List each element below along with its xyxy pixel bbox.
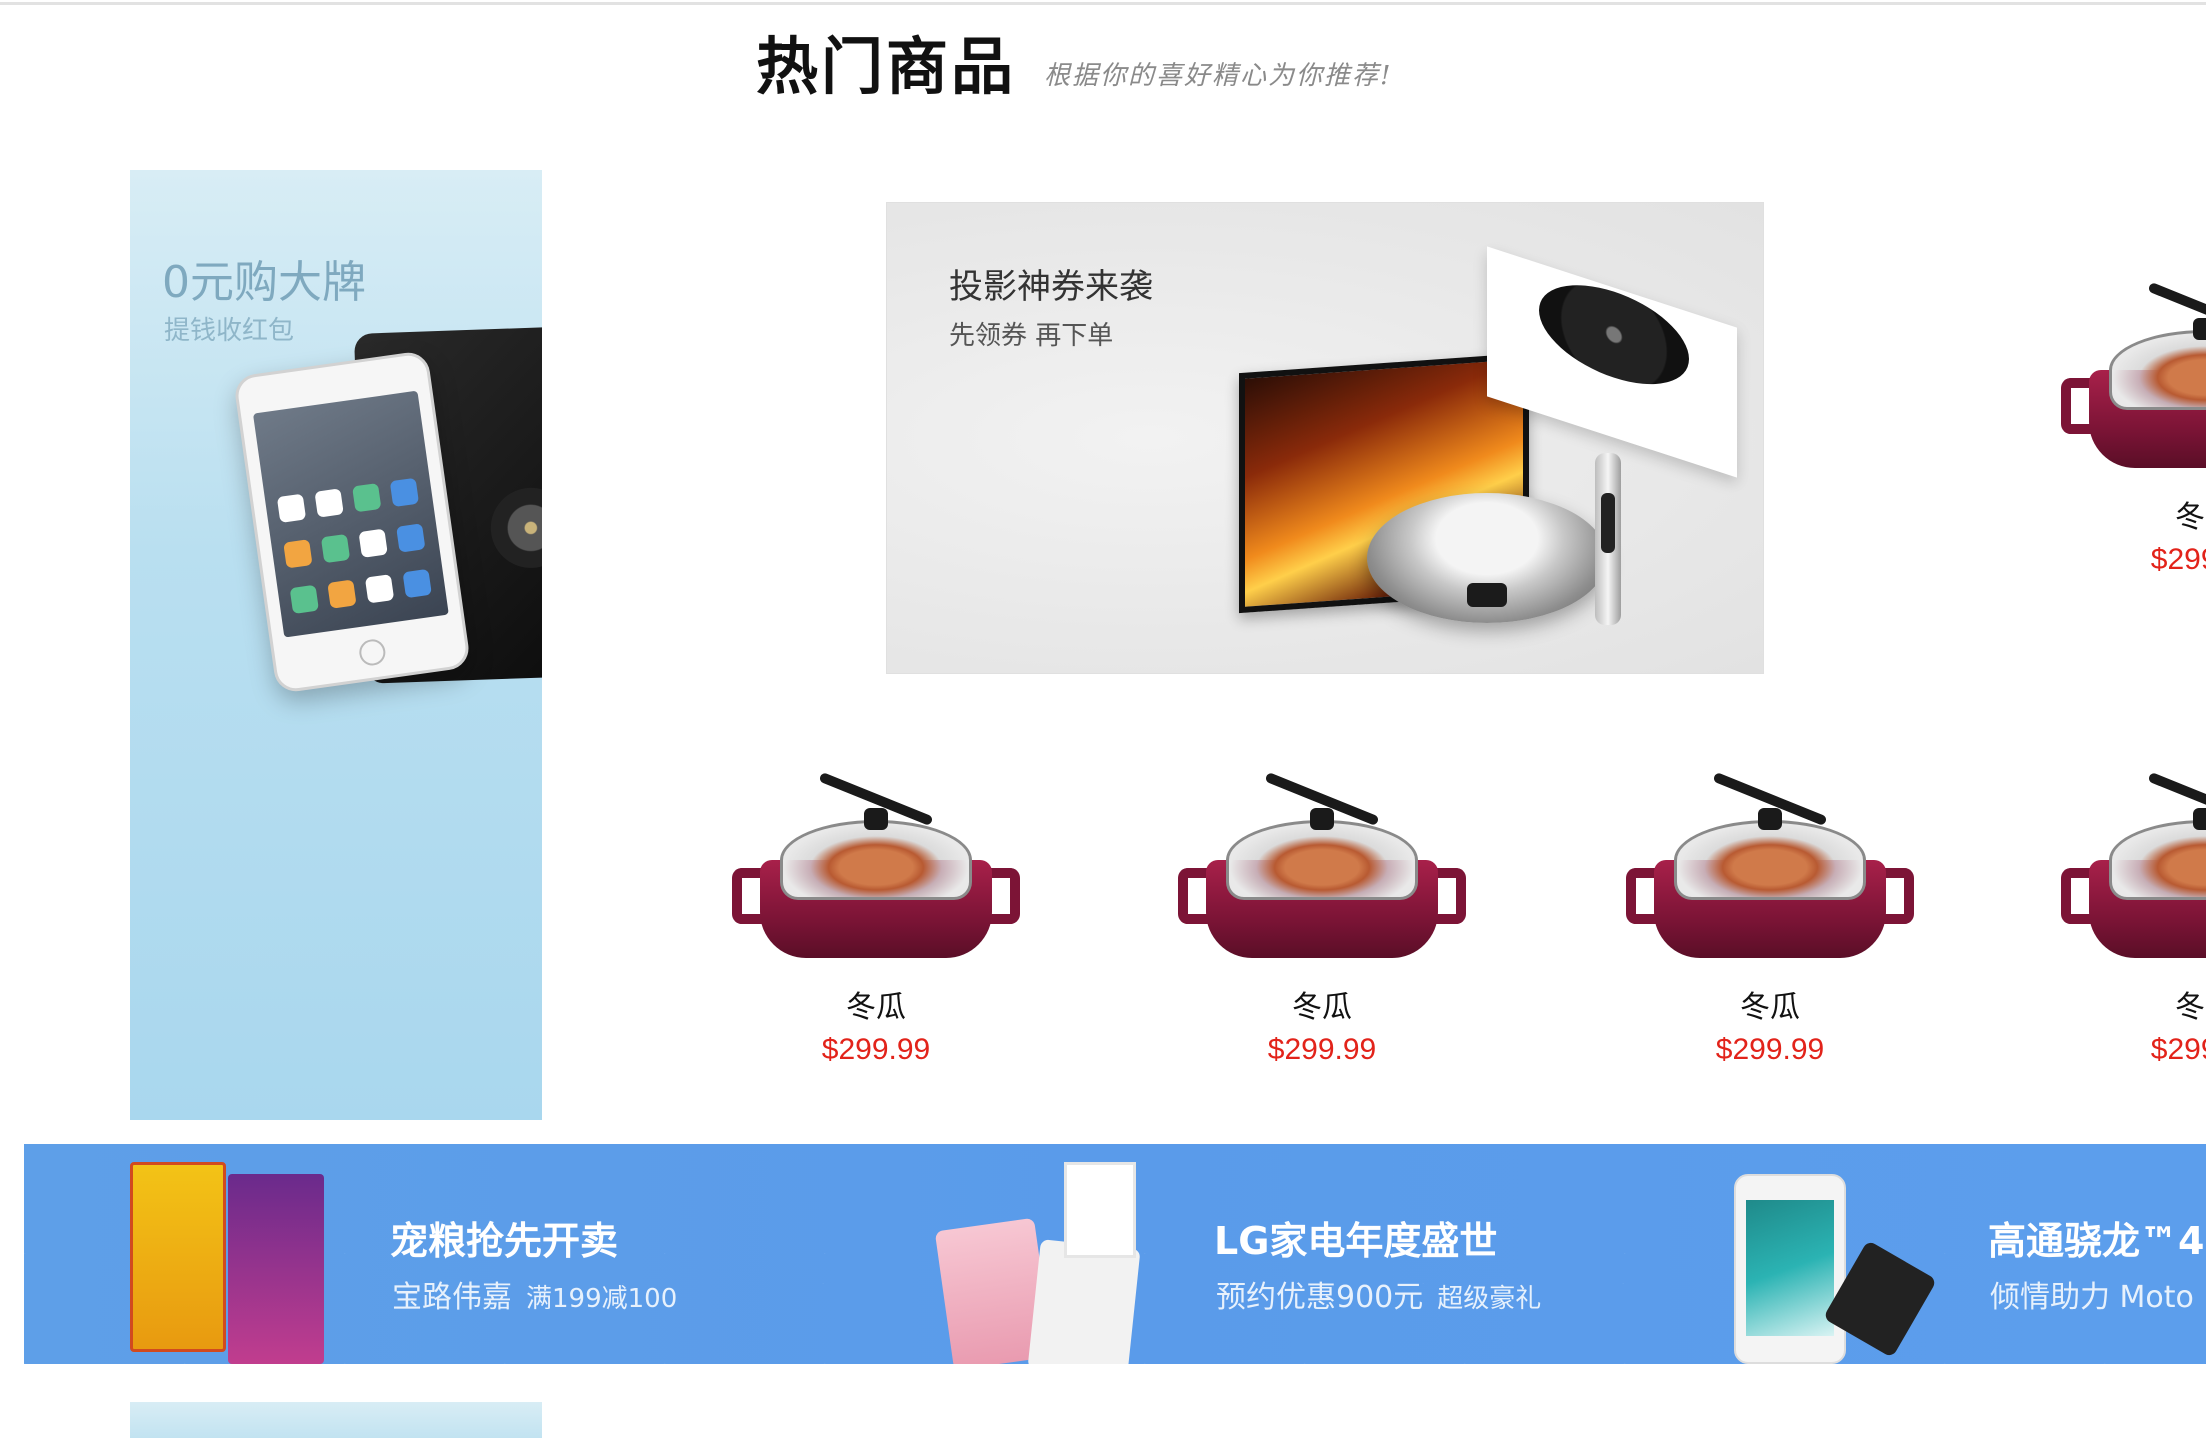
section-header: 热门商品 根据你的喜好精心为你推荐! [756,36,1392,98]
white-phone-image [1734,1174,1846,1364]
app-icon [314,488,344,518]
product-name: 冬瓜 [1740,990,1800,1025]
electric-pan-image [2061,281,2206,480]
app-icon [289,584,319,615]
promo-subtitle-text: 宝路伟嘉 [392,1280,512,1315]
promo-title: 高通骁龙™4 [1988,1219,2205,1263]
product-name: 冬瓜 [1292,990,1352,1025]
dog-food-bag-image [130,1162,226,1352]
side-promo-title: 0元购大牌 [162,257,366,308]
pan-knob [2193,318,2206,340]
product-card[interactable]: 冬瓜 $299.99 [1625,771,1915,1068]
electric-pan-image [1178,771,1466,970]
product-card[interactable]: 冬瓜 $299.99 [731,771,1021,1068]
pan-knob [1758,808,1782,830]
app-icon [364,574,395,604]
projector-banner-title: 投影神券来袭 [949,267,1153,307]
product-price: $299.99 [2150,543,2206,576]
dandelion-graphic [489,486,542,570]
page: 热门商品 根据你的喜好精心为你推荐! 0元购大牌 提钱收红包 投影神券来袭 先领… [0,0,2206,1438]
promo-item-pet-food[interactable]: 宠粮抢先开卖 宝路伟嘉 满199减100 [24,1144,744,1364]
side-promo-banner[interactable]: 0元购大牌 提钱收红包 [130,170,542,1120]
electric-pan-image [1626,771,1914,970]
projector-top-disc [1539,267,1689,403]
pan-lid [2109,820,2206,900]
phone-screen [1746,1200,1834,1336]
promo-subtitle: 宝路伟嘉 满199减100 [392,1272,677,1316]
app-icon [396,523,426,553]
section-title: 热门商品 [756,30,1017,103]
home-button [357,637,388,668]
promo-extra-text: 满199减100 [526,1284,678,1314]
product-price: $299.99 [1715,1033,1825,1066]
pan-lid [780,820,972,900]
product-price: $299.99 [1267,1033,1377,1066]
next-side-banner[interactable] [130,1402,542,1438]
promo-title: LG家电年度盛世 [1214,1219,1498,1263]
pan-knob [864,808,888,830]
side-promo-subtitle: 提钱收红包 [164,316,295,346]
projector-banner-subtitle: 先领券 再下单 [949,321,1114,351]
promo-subtitle: 预约优惠900元 超级豪礼 [1216,1272,1541,1316]
top-divider [0,2,2206,5]
cat-food-bag-image [228,1174,324,1364]
app-icon [320,533,351,564]
pan-lid [1674,820,1866,900]
app-icon [327,579,357,609]
photo-print-image [1064,1162,1136,1258]
promo-title: 宠粮抢先开卖 [390,1219,619,1263]
product-price: $299.99 [2150,1033,2206,1066]
pan-lid [1226,820,1418,900]
promo-subtitle: 倾情助力 Moto [1990,1272,2194,1316]
section-tagline: 根据你的喜好精心为你推荐! [1044,61,1393,91]
pan-lid [2109,330,2206,410]
app-icon [358,528,388,558]
phone-screen [252,390,449,638]
promo-subtitle-text: 倾情助力 Moto [1990,1280,2194,1315]
product-card[interactable]: 冬瓜 $299.99 [2060,281,2206,578]
round-projector-image [1367,493,1607,623]
promo-subtitle-text: 预约优惠900元 [1216,1280,1424,1315]
promo-item-snapdragon[interactable]: 高通骁龙™4 倾情助力 Moto [1544,1144,2206,1364]
electric-pan-image [732,771,1020,970]
promo-item-lg[interactable]: LG家电年度盛世 预约优惠900元 超级豪礼 [744,1144,1544,1364]
product-name: 冬瓜 [2175,500,2206,535]
projector-banner[interactable]: 投影神券来袭 先领券 再下单 [886,202,1764,674]
remote-pointer-image [1595,453,1621,625]
pan-knob [2193,808,2206,830]
app-icon [276,493,307,523]
app-icon [389,477,420,508]
app-icon [352,483,382,513]
product-price: $299.99 [821,1033,931,1066]
product-name: 冬瓜 [846,990,906,1025]
product-name: 冬瓜 [2175,990,2206,1025]
electric-pan-image [2061,771,2206,970]
app-icon [283,539,313,569]
product-card[interactable]: 冬瓜 $299.99 [1177,771,1467,1068]
promo-strip: 宠粮抢先开卖 宝路伟嘉 满199减100 LG家电年度盛世 预约优惠900元 超级豪… [24,1144,2206,1364]
product-card[interactable]: 冬瓜 $299.99 [2060,771,2206,1068]
projector-lens [1467,583,1507,607]
promo-extra-text: 超级豪礼 [1437,1284,1542,1314]
pan-knob [1310,808,1334,830]
app-icon [402,568,432,599]
